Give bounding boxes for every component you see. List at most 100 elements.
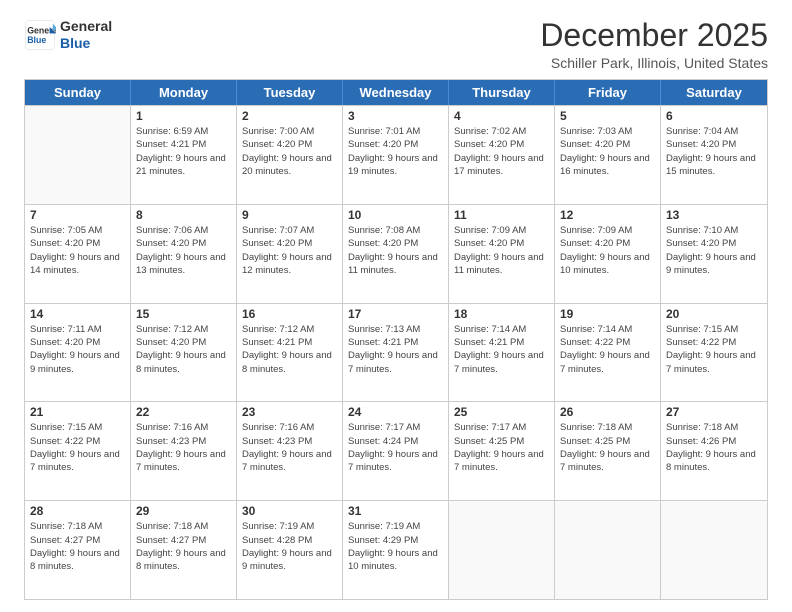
weekday-header: Sunday bbox=[25, 80, 131, 105]
day-info: Sunrise: 7:02 AM Sunset: 4:20 PM Dayligh… bbox=[454, 125, 549, 178]
weekday-header: Monday bbox=[131, 80, 237, 105]
day-number: 4 bbox=[454, 109, 549, 123]
calendar-cell: 16 Sunrise: 7:12 AM Sunset: 4:21 PM Dayli… bbox=[237, 304, 343, 402]
day-number: 19 bbox=[560, 307, 655, 321]
logo-line1: General bbox=[60, 18, 112, 35]
day-number: 2 bbox=[242, 109, 337, 123]
day-number: 22 bbox=[136, 405, 231, 419]
day-info: Sunrise: 7:16 AM Sunset: 4:23 PM Dayligh… bbox=[242, 421, 337, 474]
calendar-cell: 17 Sunrise: 7:13 AM Sunset: 4:21 PM Dayli… bbox=[343, 304, 449, 402]
day-info: Sunrise: 7:14 AM Sunset: 4:22 PM Dayligh… bbox=[560, 323, 655, 376]
day-info: Sunrise: 7:12 AM Sunset: 4:21 PM Dayligh… bbox=[242, 323, 337, 376]
day-number: 30 bbox=[242, 504, 337, 518]
calendar-cell: 9 Sunrise: 7:07 AM Sunset: 4:20 PM Daylig… bbox=[237, 205, 343, 303]
day-number: 20 bbox=[666, 307, 762, 321]
day-info: Sunrise: 7:12 AM Sunset: 4:20 PM Dayligh… bbox=[136, 323, 231, 376]
day-number: 29 bbox=[136, 504, 231, 518]
day-number: 9 bbox=[242, 208, 337, 222]
day-number: 11 bbox=[454, 208, 549, 222]
header: General Blue General Blue December 2025 … bbox=[24, 18, 768, 71]
page: General Blue General Blue December 2025 … bbox=[0, 0, 792, 612]
day-number: 8 bbox=[136, 208, 231, 222]
day-number: 26 bbox=[560, 405, 655, 419]
day-number: 21 bbox=[30, 405, 125, 419]
calendar-cell: 28 Sunrise: 7:18 AM Sunset: 4:27 PM Dayli… bbox=[25, 501, 131, 599]
day-info: Sunrise: 7:18 AM Sunset: 4:26 PM Dayligh… bbox=[666, 421, 762, 474]
calendar-cell: 27 Sunrise: 7:18 AM Sunset: 4:26 PM Dayli… bbox=[661, 402, 767, 500]
calendar-row: 14 Sunrise: 7:11 AM Sunset: 4:20 PM Dayli… bbox=[25, 303, 767, 402]
day-number: 7 bbox=[30, 208, 125, 222]
day-info: Sunrise: 7:01 AM Sunset: 4:20 PM Dayligh… bbox=[348, 125, 443, 178]
day-number: 12 bbox=[560, 208, 655, 222]
day-info: Sunrise: 7:07 AM Sunset: 4:20 PM Dayligh… bbox=[242, 224, 337, 277]
calendar-cell: 21 Sunrise: 7:15 AM Sunset: 4:22 PM Dayli… bbox=[25, 402, 131, 500]
day-info: Sunrise: 7:10 AM Sunset: 4:20 PM Dayligh… bbox=[666, 224, 762, 277]
calendar-cell: 3 Sunrise: 7:01 AM Sunset: 4:20 PM Daylig… bbox=[343, 106, 449, 204]
calendar-cell: 18Sunrise: 7:14 AM Sunset: 4:21 PM Dayli… bbox=[449, 304, 555, 402]
calendar-cell: 10Sunrise: 7:08 AM Sunset: 4:20 PM Dayli… bbox=[343, 205, 449, 303]
calendar-cell: 25Sunrise: 7:17 AM Sunset: 4:25 PM Dayli… bbox=[449, 402, 555, 500]
calendar-cell bbox=[661, 501, 767, 599]
calendar-cell: 23 Sunrise: 7:16 AM Sunset: 4:23 PM Dayli… bbox=[237, 402, 343, 500]
day-info: Sunrise: 7:04 AM Sunset: 4:20 PM Dayligh… bbox=[666, 125, 762, 178]
calendar-cell: 20 Sunrise: 7:15 AM Sunset: 4:22 PM Dayli… bbox=[661, 304, 767, 402]
title-block: December 2025 Schiller Park, Illinois, U… bbox=[540, 18, 768, 71]
calendar-cell: 29Sunrise: 7:18 AM Sunset: 4:27 PM Dayli… bbox=[131, 501, 237, 599]
calendar: SundayMondayTuesdayWednesdayThursdayFrid… bbox=[24, 79, 768, 600]
calendar-row: 1Sunrise: 6:59 AM Sunset: 4:21 PM Daylig… bbox=[25, 105, 767, 204]
calendar-cell: 6 Sunrise: 7:04 AM Sunset: 4:20 PM Daylig… bbox=[661, 106, 767, 204]
svg-text:Blue: Blue bbox=[27, 35, 46, 45]
day-info: Sunrise: 7:00 AM Sunset: 4:20 PM Dayligh… bbox=[242, 125, 337, 178]
day-number: 14 bbox=[30, 307, 125, 321]
calendar-row: 21 Sunrise: 7:15 AM Sunset: 4:22 PM Dayli… bbox=[25, 401, 767, 500]
weekday-header: Saturday bbox=[661, 80, 767, 105]
calendar-cell: 5Sunrise: 7:03 AM Sunset: 4:20 PM Daylig… bbox=[555, 106, 661, 204]
calendar-cell: 30 Sunrise: 7:19 AM Sunset: 4:28 PM Dayli… bbox=[237, 501, 343, 599]
calendar-cell: 8Sunrise: 7:06 AM Sunset: 4:20 PM Daylig… bbox=[131, 205, 237, 303]
logo: General Blue General Blue bbox=[24, 18, 112, 52]
calendar-cell: 1Sunrise: 6:59 AM Sunset: 4:21 PM Daylig… bbox=[131, 106, 237, 204]
day-info: Sunrise: 7:15 AM Sunset: 4:22 PM Dayligh… bbox=[30, 421, 125, 474]
subtitle: Schiller Park, Illinois, United States bbox=[540, 55, 768, 71]
calendar-cell: 11Sunrise: 7:09 AM Sunset: 4:20 PM Dayli… bbox=[449, 205, 555, 303]
logo-icon: General Blue bbox=[24, 19, 56, 51]
day-number: 31 bbox=[348, 504, 443, 518]
weekday-header: Friday bbox=[555, 80, 661, 105]
calendar-cell: 24Sunrise: 7:17 AM Sunset: 4:24 PM Dayli… bbox=[343, 402, 449, 500]
day-info: Sunrise: 7:11 AM Sunset: 4:20 PM Dayligh… bbox=[30, 323, 125, 376]
day-info: Sunrise: 7:03 AM Sunset: 4:20 PM Dayligh… bbox=[560, 125, 655, 178]
day-number: 1 bbox=[136, 109, 231, 123]
day-number: 13 bbox=[666, 208, 762, 222]
day-number: 23 bbox=[242, 405, 337, 419]
day-number: 17 bbox=[348, 307, 443, 321]
day-info: Sunrise: 7:15 AM Sunset: 4:22 PM Dayligh… bbox=[666, 323, 762, 376]
day-info: Sunrise: 7:17 AM Sunset: 4:25 PM Dayligh… bbox=[454, 421, 549, 474]
weekday-header: Wednesday bbox=[343, 80, 449, 105]
day-info: Sunrise: 7:19 AM Sunset: 4:28 PM Dayligh… bbox=[242, 520, 337, 573]
logo-line2: Blue bbox=[60, 35, 112, 52]
day-info: Sunrise: 7:18 AM Sunset: 4:25 PM Dayligh… bbox=[560, 421, 655, 474]
calendar-cell: 12 Sunrise: 7:09 AM Sunset: 4:20 PM Dayli… bbox=[555, 205, 661, 303]
calendar-cell bbox=[25, 106, 131, 204]
day-number: 27 bbox=[666, 405, 762, 419]
day-number: 6 bbox=[666, 109, 762, 123]
day-info: Sunrise: 7:16 AM Sunset: 4:23 PM Dayligh… bbox=[136, 421, 231, 474]
day-info: Sunrise: 7:18 AM Sunset: 4:27 PM Dayligh… bbox=[30, 520, 125, 573]
day-info: Sunrise: 7:09 AM Sunset: 4:20 PM Dayligh… bbox=[560, 224, 655, 277]
day-number: 10 bbox=[348, 208, 443, 222]
day-number: 16 bbox=[242, 307, 337, 321]
calendar-cell: 22 Sunrise: 7:16 AM Sunset: 4:23 PM Dayli… bbox=[131, 402, 237, 500]
calendar-cell: 4 Sunrise: 7:02 AM Sunset: 4:20 PM Daylig… bbox=[449, 106, 555, 204]
day-info: Sunrise: 7:13 AM Sunset: 4:21 PM Dayligh… bbox=[348, 323, 443, 376]
day-number: 28 bbox=[30, 504, 125, 518]
calendar-header: SundayMondayTuesdayWednesdayThursdayFrid… bbox=[25, 80, 767, 105]
calendar-cell: 26 Sunrise: 7:18 AM Sunset: 4:25 PM Dayli… bbox=[555, 402, 661, 500]
calendar-cell bbox=[449, 501, 555, 599]
day-number: 3 bbox=[348, 109, 443, 123]
calendar-cell: 13 Sunrise: 7:10 AM Sunset: 4:20 PM Dayli… bbox=[661, 205, 767, 303]
day-number: 15 bbox=[136, 307, 231, 321]
day-number: 24 bbox=[348, 405, 443, 419]
calendar-cell: 2 Sunrise: 7:00 AM Sunset: 4:20 PM Daylig… bbox=[237, 106, 343, 204]
calendar-cell: 14 Sunrise: 7:11 AM Sunset: 4:20 PM Dayli… bbox=[25, 304, 131, 402]
day-info: Sunrise: 7:14 AM Sunset: 4:21 PM Dayligh… bbox=[454, 323, 549, 376]
